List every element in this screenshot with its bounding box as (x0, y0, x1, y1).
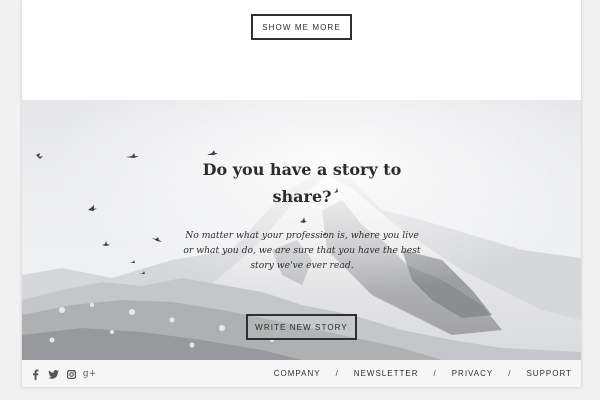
footer-link-company[interactable]: COMPANY (274, 369, 321, 378)
story-hero-section: Do you have a story to share? No matter … (22, 100, 581, 360)
facebook-icon[interactable] (30, 368, 41, 380)
footer-separator: / (433, 369, 437, 378)
hero-title: Do you have a story to share? (202, 160, 402, 206)
social-links: g+ (30, 367, 96, 381)
footer-link-newsletter[interactable]: NEWSLETTER (354, 369, 419, 378)
twitter-icon[interactable] (48, 368, 59, 380)
instagram-icon[interactable] (66, 368, 77, 380)
page-container: SHOW ME MORE Do you have a story to shar… (22, 0, 581, 387)
show-more-button[interactable]: SHOW ME MORE (251, 14, 352, 40)
footer-nav: COMPANY / NEWSLETTER / PRIVACY / SUPPORT (274, 369, 572, 378)
google-plus-icon[interactable]: g+ (83, 368, 96, 380)
footer-link-privacy[interactable]: PRIVACY (452, 369, 494, 378)
hero-description: No matter what your profession is, where… (183, 230, 421, 271)
footer-link-support[interactable]: SUPPORT (526, 369, 572, 378)
write-new-story-button[interactable]: WRITE NEW STORY (246, 314, 357, 340)
site-footer: g+ COMPANY / NEWSLETTER / PRIVACY / SUPP… (22, 360, 581, 387)
footer-separator: / (335, 369, 339, 378)
top-section: SHOW ME MORE (22, 0, 581, 100)
footer-separator: / (508, 369, 512, 378)
